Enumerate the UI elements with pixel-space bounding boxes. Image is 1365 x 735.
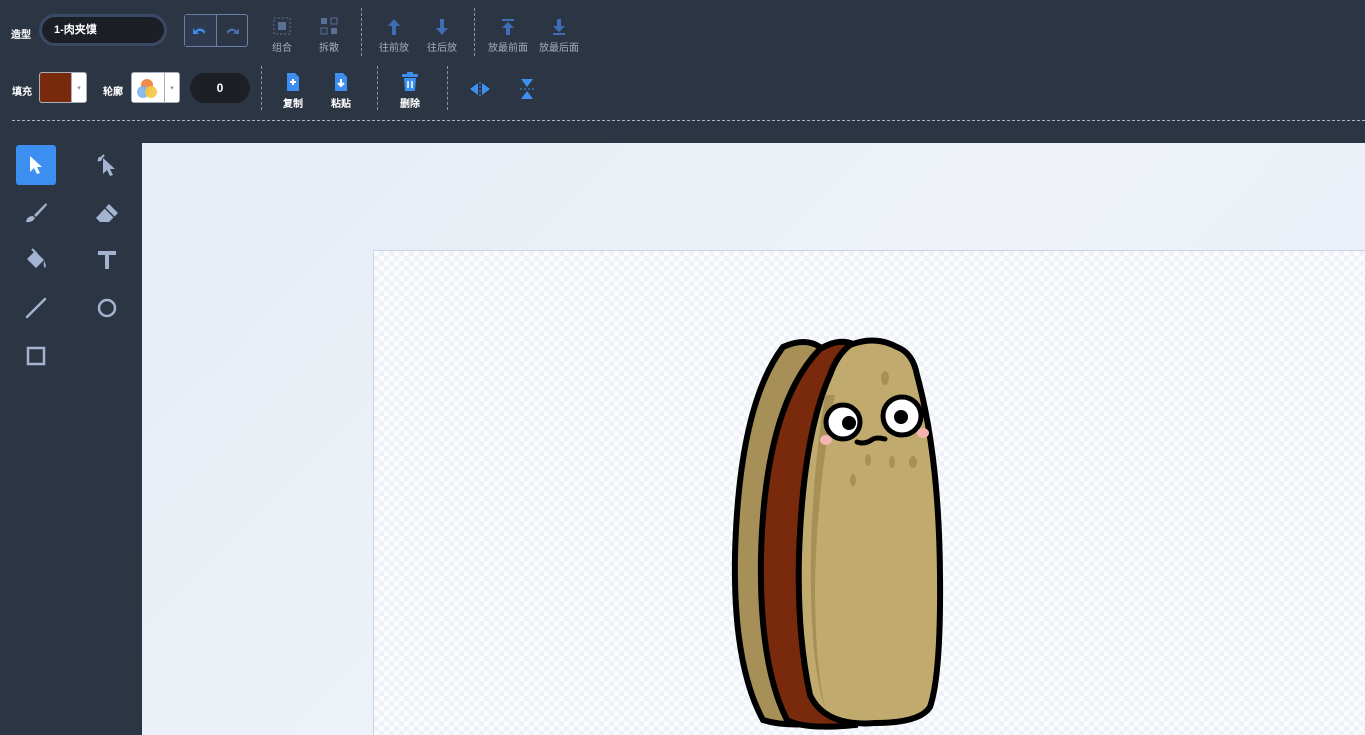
- roujiamo-sprite[interactable]: [725, 335, 950, 735]
- text-tool[interactable]: [87, 240, 127, 280]
- rect-tool[interactable]: [16, 336, 56, 376]
- eraser-tool[interactable]: [87, 193, 127, 233]
- bring-to-front-label: 放最前面: [488, 43, 528, 54]
- delete-button[interactable]: 删除: [382, 68, 438, 110]
- select-arrow-icon: [30, 156, 42, 174]
- send-to-back-button[interactable]: 放最后面: [531, 12, 587, 54]
- undo-icon: [193, 27, 206, 34]
- chevron-down-icon: ▾: [71, 73, 86, 102]
- ungroup-icon: [320, 17, 338, 35]
- fill-tool[interactable]: [16, 240, 56, 280]
- bring-to-front-button[interactable]: 放最前面: [480, 12, 536, 54]
- paste-label: 粘贴: [331, 99, 351, 110]
- outline-color-swatch: [132, 73, 164, 102]
- backward-button[interactable]: 往后放: [414, 12, 470, 54]
- line-tool[interactable]: [16, 288, 56, 328]
- undo-redo-group: [184, 14, 248, 47]
- outline-width-input[interactable]: 0: [190, 73, 250, 103]
- redo-icon: [226, 27, 239, 34]
- undo-button[interactable]: [185, 15, 216, 46]
- flip-vertical-icon: [520, 79, 534, 99]
- group-icon: [273, 17, 291, 35]
- bring-to-front-icon: [502, 19, 514, 35]
- rectangle-icon: [26, 346, 46, 366]
- delete-label: 删除: [400, 99, 420, 110]
- circle-tool[interactable]: [87, 288, 127, 328]
- ungroup-button[interactable]: 拆散: [301, 12, 357, 54]
- outline-color-picker[interactable]: ▾: [131, 72, 180, 103]
- trash-icon: [402, 72, 418, 91]
- paint-bucket-icon: [27, 248, 46, 268]
- arrow-down-icon: [436, 19, 448, 35]
- toolbar-divider: [361, 8, 362, 56]
- select-tool[interactable]: [16, 145, 56, 185]
- send-to-back-icon: [553, 19, 565, 35]
- backward-label: 往后放: [427, 43, 457, 54]
- toolbar-divider: [474, 8, 475, 56]
- reshape-tool[interactable]: [87, 145, 127, 185]
- toolbar-separator: [12, 120, 1365, 121]
- arrow-up-icon: [388, 19, 400, 35]
- brush-icon: [26, 203, 47, 223]
- text-icon: [98, 251, 116, 269]
- toolbar-divider: [377, 66, 378, 110]
- redo-button[interactable]: [217, 15, 248, 46]
- line-icon: [25, 297, 47, 319]
- flip-horizontal-button[interactable]: [460, 69, 500, 109]
- toolbar-divider: [447, 66, 448, 110]
- fill-label: 填充: [12, 87, 32, 98]
- ungroup-label: 拆散: [319, 43, 339, 54]
- outline-label: 轮廓: [103, 87, 123, 98]
- chevron-down-icon: ▾: [164, 73, 179, 102]
- costume-label: 造型: [11, 30, 31, 41]
- paste-button[interactable]: 粘贴: [313, 68, 369, 110]
- fill-color-swatch: [40, 73, 71, 102]
- flip-vertical-button[interactable]: [507, 69, 547, 109]
- brush-tool[interactable]: [16, 193, 56, 233]
- toolbar-divider: [261, 66, 262, 110]
- paste-icon: [335, 73, 347, 91]
- copy-icon: [287, 73, 299, 91]
- flip-horizontal-icon: [470, 82, 490, 96]
- reshape-icon: [97, 154, 115, 176]
- fill-color-picker[interactable]: ▾: [39, 72, 87, 103]
- color-mix-icon: [137, 79, 157, 98]
- send-to-back-label: 放最后面: [539, 43, 579, 54]
- circle-icon: [97, 298, 117, 318]
- costume-name-input[interactable]: 1-肉夹馍: [39, 14, 167, 46]
- eraser-icon: [96, 204, 118, 222]
